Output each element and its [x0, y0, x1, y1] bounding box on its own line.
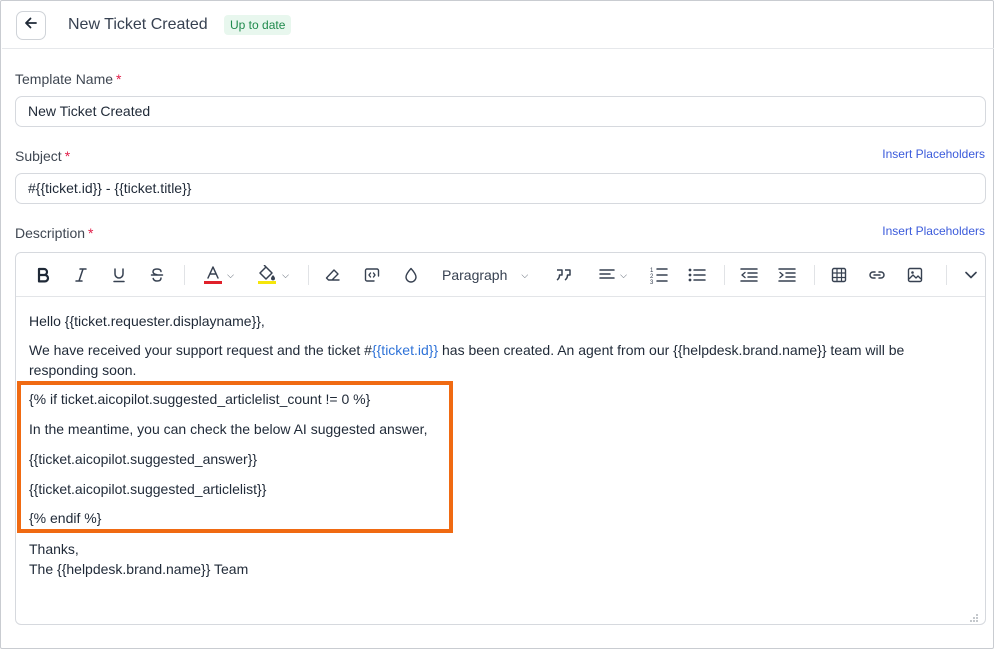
- more-button[interactable]: [960, 263, 982, 287]
- description-label: Description *: [15, 225, 93, 241]
- bold-icon: [36, 267, 50, 283]
- underline-button[interactable]: [108, 263, 130, 287]
- body-text-before: We have received your support request an…: [29, 342, 372, 358]
- image-icon: [907, 267, 923, 283]
- italic-button[interactable]: [70, 263, 92, 287]
- eraser-icon: [325, 267, 341, 283]
- page-header: New Ticket Created Up to date: [2, 2, 994, 49]
- resize-handle-icon[interactable]: [969, 610, 979, 622]
- thanks-line: Thanks,: [29, 541, 79, 557]
- subject-insert-placeholders-link[interactable]: Insert Placeholders: [882, 147, 985, 161]
- drop-button[interactable]: [400, 263, 422, 287]
- required-mark: *: [88, 225, 94, 241]
- signature-line: The {{helpdesk.brand.name}} Team: [29, 561, 249, 577]
- template-name-input[interactable]: New Ticket Created: [15, 96, 986, 127]
- toolbar-separator: [946, 265, 947, 285]
- table-icon: [831, 267, 847, 283]
- clear-format-button[interactable]: [322, 263, 344, 287]
- align-icon: [599, 268, 615, 282]
- chevron-down-icon: ⌵: [227, 269, 234, 280]
- required-mark: *: [64, 148, 71, 164]
- paragraph-format-select[interactable]: Paragraph ⌵: [442, 263, 538, 287]
- code-icon: [364, 267, 380, 283]
- font-color-button[interactable]: ⌵: [200, 263, 238, 287]
- template-name-label-text: Template Name: [15, 71, 114, 87]
- drop-icon: [403, 267, 419, 283]
- subject-input[interactable]: #{{ticket.id}} - {{ticket.title}}: [15, 173, 986, 204]
- outdent-icon: [740, 267, 758, 283]
- font-color-icon: [204, 265, 223, 285]
- align-button[interactable]: ⌵: [594, 263, 632, 287]
- back-button[interactable]: [16, 11, 46, 40]
- subject-value: #{{ticket.id}} - {{ticket.title}}: [28, 180, 192, 196]
- toolbar-separator: [724, 265, 725, 285]
- table-button[interactable]: [828, 263, 850, 287]
- blockquote-button[interactable]: [553, 263, 575, 287]
- page-title: New Ticket Created: [68, 16, 208, 33]
- description-insert-placeholders-link[interactable]: Insert Placeholders: [882, 224, 985, 238]
- required-mark: *: [116, 71, 122, 87]
- indent-button[interactable]: [776, 263, 798, 287]
- highlight-button[interactable]: ⌵: [254, 263, 292, 287]
- blockquote-icon: [555, 267, 573, 283]
- template-name-value: New Ticket Created: [28, 103, 151, 119]
- ticket-id-placeholder: {{ticket.id}}: [371, 342, 439, 358]
- toolbar-separator: [184, 265, 185, 285]
- toolbar-separator: [814, 265, 815, 285]
- link-button[interactable]: [866, 263, 888, 287]
- subject-label-text: Subject: [15, 148, 62, 164]
- greeting-line: Hello {{ticket.requester.displayname}},: [29, 313, 265, 329]
- bulleted-list-icon: [688, 267, 706, 283]
- numbered-list-icon: 123: [650, 266, 668, 284]
- bulleted-list-button[interactable]: [686, 263, 708, 287]
- indent-icon: [778, 267, 796, 283]
- chevron-down-icon: ⌵: [282, 269, 289, 280]
- subject-label: Subject *: [15, 148, 70, 164]
- toolbar-separator: [308, 265, 309, 285]
- chevron-down-icon: ⌵: [521, 269, 529, 280]
- underline-icon: [112, 267, 126, 283]
- code-button[interactable]: [361, 263, 383, 287]
- highlight-annotation-box: [17, 381, 453, 533]
- chevron-down-icon: [965, 271, 977, 279]
- paragraph-format-value: Paragraph: [442, 267, 508, 283]
- strikethrough-icon: [150, 267, 164, 283]
- svg-text:3: 3: [650, 280, 654, 284]
- image-button[interactable]: [904, 263, 926, 287]
- outdent-button[interactable]: [738, 263, 760, 287]
- strikethrough-button[interactable]: [146, 263, 168, 287]
- chevron-down-icon: ⌵: [620, 269, 627, 280]
- bold-button[interactable]: [32, 263, 54, 287]
- email-template-editor: New Ticket Created Up to date Template N…: [0, 0, 994, 649]
- italic-icon: [74, 267, 88, 283]
- highlight-icon: [257, 265, 277, 285]
- status-badge: Up to date: [224, 15, 292, 35]
- body-paragraph: We have received your support request an…: [29, 340, 959, 380]
- editor-toolbar: ⌵ ⌵ Paragraph ⌵ ⌵ 1 2 3: [16, 253, 985, 297]
- rich-text-editor: ⌵ ⌵ Paragraph ⌵ ⌵ 1 2 3 Hello {{ticket.r…: [15, 252, 986, 625]
- arrow-left-icon: [24, 16, 38, 35]
- description-label-text: Description: [15, 225, 86, 241]
- template-name-label: Template Name *: [15, 71, 122, 87]
- link-icon: [868, 269, 886, 281]
- numbered-list-button[interactable]: 123: [648, 263, 670, 287]
